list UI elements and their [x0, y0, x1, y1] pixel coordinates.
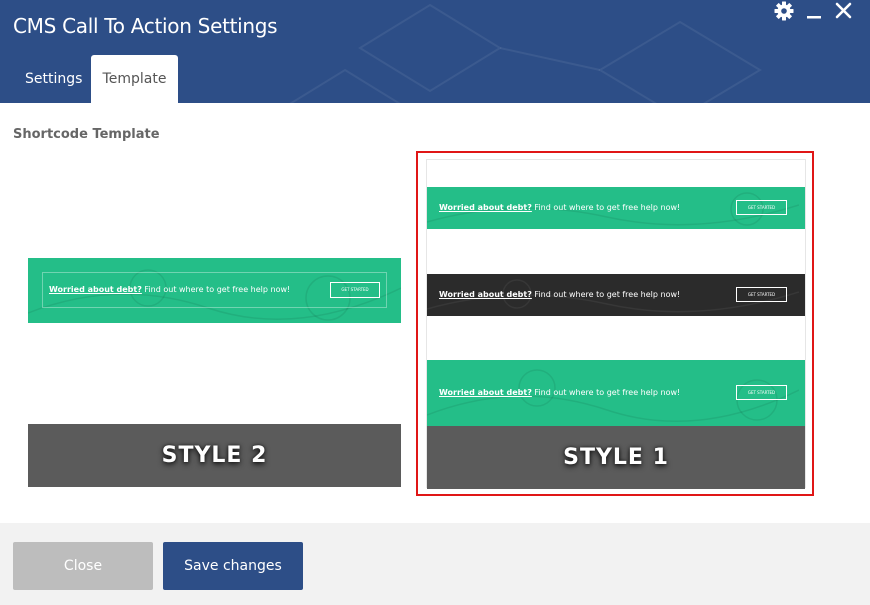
banner-preview: Worried about debt? Find out where to ge…: [28, 258, 401, 323]
banner-text: Worried about debt? Find out where to ge…: [439, 388, 680, 397]
banner-text: Worried about debt? Find out where to ge…: [439, 290, 680, 299]
tab-template[interactable]: Template: [91, 55, 178, 103]
banner-button: GET STARTED: [736, 385, 787, 400]
banner-body: Find out where to get free help now!: [534, 203, 681, 212]
tab-template-label: Template: [102, 71, 167, 87]
banner-body: Find out where to get free help now!: [534, 290, 681, 299]
style-label: STYLE 2: [28, 424, 401, 487]
banner-preview: Worried about debt? Find out where to ge…: [427, 187, 805, 229]
dialog-footer: Close Save changes: [0, 523, 870, 605]
section-label: Shortcode Template: [13, 127, 160, 142]
banner-text: Worried about debt? Find out where to ge…: [49, 285, 290, 294]
banner-body: Find out where to get free help now!: [534, 388, 681, 397]
gear-icon[interactable]: [773, 0, 795, 22]
close-button[interactable]: Close: [13, 542, 153, 590]
tab-settings-label: Settings: [25, 71, 83, 87]
minimize-icon[interactable]: [803, 0, 825, 22]
banner-button: GET STARTED: [330, 282, 380, 298]
banner-headline: Worried about debt?: [439, 388, 532, 397]
template-preview: Worried about debt? Find out where to ge…: [426, 159, 806, 489]
tab-settings[interactable]: Settings: [13, 55, 91, 103]
banner-text: Worried about debt? Find out where to ge…: [439, 203, 680, 212]
banner-headline: Worried about debt?: [439, 203, 532, 212]
banner-headline: Worried about debt?: [49, 285, 142, 294]
banner-preview: Worried about debt? Find out where to ge…: [427, 360, 805, 426]
banner-headline: Worried about debt?: [439, 290, 532, 299]
banner-button: GET STARTED: [736, 200, 787, 215]
banner-body: Find out where to get free help now!: [144, 285, 291, 294]
template-card-style-1[interactable]: Worried about debt? Find out where to ge…: [416, 151, 814, 496]
style-label: STYLE 1: [427, 426, 805, 489]
dialog-header: CMS Call To Action Settings Settings Tem…: [0, 0, 870, 103]
banner-button: GET STARTED: [736, 287, 787, 302]
banner-preview-dark: Worried about debt? Find out where to ge…: [427, 274, 805, 316]
close-icon[interactable]: [832, 0, 854, 22]
dialog-title: CMS Call To Action Settings: [13, 14, 278, 38]
save-changes-button[interactable]: Save changes: [163, 542, 303, 590]
template-card-style-2[interactable]: Worried about debt? Find out where to ge…: [28, 258, 401, 487]
